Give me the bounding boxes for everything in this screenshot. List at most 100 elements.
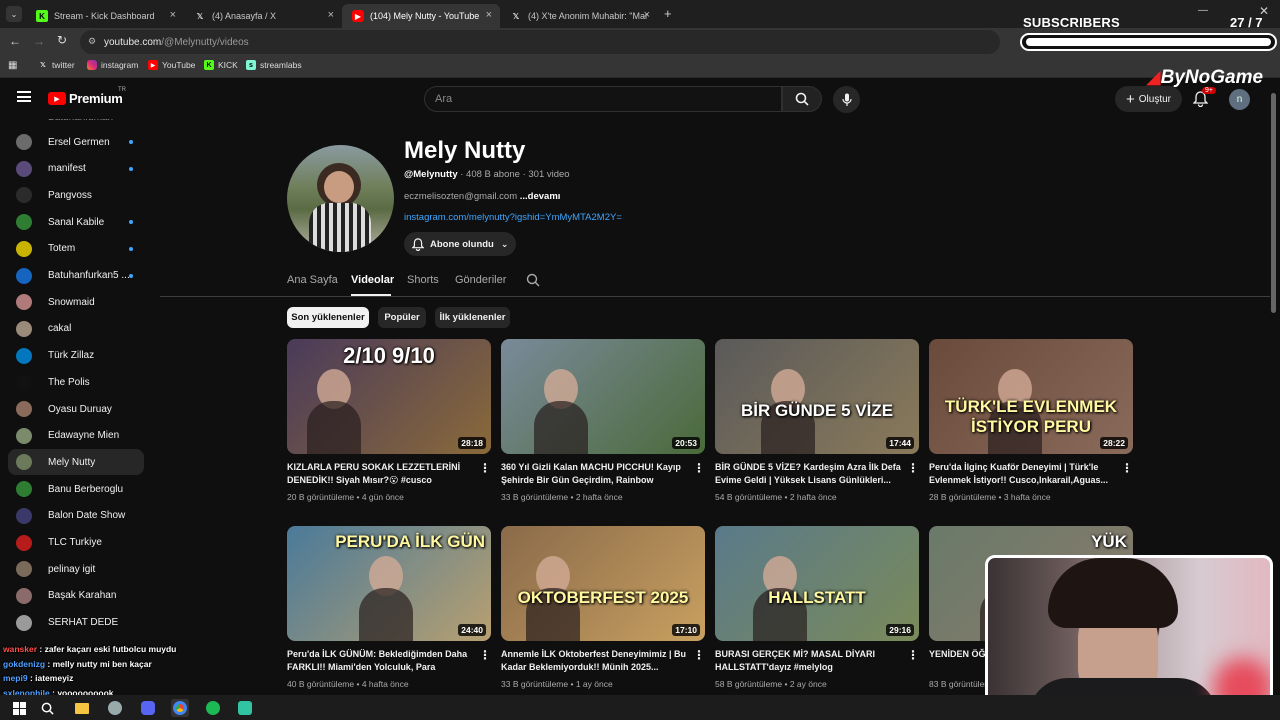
video-card[interactable]: 2/10 9/10 28:18 KIZLARLA PERU SOKAK LEZZET… — [287, 339, 491, 504]
chip-oldest[interactable]: İlk yüklenenler — [435, 307, 510, 328]
sidebar-item-subscription[interactable]: Ersel Germen — [8, 129, 144, 155]
sidebar-item-subscription[interactable]: Türk Zillaz — [8, 343, 144, 369]
sidebar-item-subscription[interactable]: SERHAT DEDE — [8, 610, 144, 636]
sidebar-item-subscription[interactable]: manifest — [8, 156, 144, 182]
sidebar-item-subscription[interactable]: Batuhanfurkan5 ... — [8, 263, 144, 289]
create-button[interactable]: + Oluştur — [1115, 86, 1182, 112]
tab-home[interactable]: Ana Sayfa — [287, 274, 338, 286]
bookmark-youtube[interactable]: ▶ YouTube — [148, 60, 195, 70]
sidebar-item-subscription[interactable]: Snowmaid — [8, 289, 144, 315]
browser-tab[interactable]: 𝕏 (4) Anasayfa / X × — [184, 4, 342, 28]
url-field[interactable]: ⚙ youtube.com/@Melynutty/videos — [80, 30, 1000, 54]
channel-description[interactable]: eczmelisozten@gmail.com ...devamı — [404, 191, 560, 202]
minimize-icon[interactable]: — — [1198, 5, 1208, 16]
video-title[interactable]: BURASI GERÇEK Mİ? MASAL DİYARI HALLSTATT… — [715, 648, 901, 674]
sidebar-item-subscription[interactable]: Banu Berberoglu — [8, 476, 144, 502]
reload-icon[interactable]: ↻ — [57, 33, 67, 47]
close-icon[interactable]: × — [328, 9, 334, 21]
video-card[interactable]: 20:53 360 Yıl Gizli Kalan MACHU PICCHU! K… — [501, 339, 705, 504]
browser-tab[interactable]: K Stream - Kick Dashboard × — [26, 4, 184, 28]
video-thumbnail[interactable]: 2/10 9/10 28:18 — [287, 339, 491, 454]
site-info-icon[interactable]: ⚙ — [88, 36, 96, 47]
hamburger-menu-icon[interactable] — [17, 91, 31, 102]
sidebar-item-subscription[interactable]: pelinay igit — [8, 556, 144, 582]
sidebar-item-subscription[interactable]: Edawayne Mien — [8, 423, 144, 449]
search-input[interactable]: Ara — [424, 86, 782, 112]
video-title[interactable]: Annemle İLK Oktoberfest Deneyimimiz | Bu… — [501, 648, 687, 674]
notifications-button[interactable]: 9+ — [1192, 87, 1216, 109]
account-avatar[interactable]: n — [1229, 89, 1250, 110]
sidebar-item-subscription[interactable]: Mely Nutty — [8, 449, 144, 476]
apps-grid-icon[interactable]: ▦ — [8, 60, 17, 71]
back-icon[interactable]: ← — [9, 34, 21, 48]
chip-latest[interactable]: Son yüklenenler — [287, 307, 369, 328]
sidebar-item-subscription[interactable]: Totem — [8, 236, 144, 262]
video-card[interactable]: PERU'DA İLK GÜN 24:40 Peru'da İLK GÜNÜM: B… — [287, 526, 491, 691]
video-card[interactable]: HALLSTATT 29:16 BURASI GERÇEK Mİ? MASAL Dİ… — [715, 526, 919, 691]
bookmark-streamlabs[interactable]: s streamlabs — [246, 60, 302, 70]
spotify-icon[interactable] — [204, 699, 222, 717]
browser-tab[interactable]: 𝕏 (4) X'te Anonim Muhabir: "Man × — [500, 4, 658, 28]
bookmark-kick[interactable]: K KICK — [204, 60, 238, 70]
video-more-icon[interactable]: ⋮ — [479, 461, 491, 475]
file-explorer-icon[interactable] — [73, 699, 91, 717]
windows-start-icon[interactable] — [10, 699, 28, 717]
tab-shorts[interactable]: Shorts — [407, 274, 439, 286]
channel-avatar[interactable] — [287, 145, 394, 252]
video-more-icon[interactable]: ⋮ — [907, 648, 919, 662]
channel-search-icon[interactable] — [526, 273, 540, 292]
tab-search-icon[interactable]: ⌄ — [6, 6, 22, 22]
video-title[interactable]: KIZLARLA PERU SOKAK LEZZETLERİNİ DENEDİK… — [287, 461, 473, 487]
sidebar-item-subscription[interactable]: TLC Turkiye — [8, 530, 144, 556]
sidebar-item-subscription[interactable]: cakal — [8, 316, 144, 342]
bookmark-instagram[interactable]: instagram — [87, 60, 138, 70]
chip-popular[interactable]: Popüler — [378, 307, 426, 328]
chrome-icon[interactable] — [171, 699, 189, 717]
forward-icon[interactable]: → — [33, 34, 45, 48]
subscribed-button[interactable]: Abone olundu ⌄ — [404, 232, 516, 256]
tab-videos[interactable]: Videolar — [351, 274, 394, 286]
video-more-icon[interactable]: ⋮ — [1121, 461, 1133, 475]
tab-posts[interactable]: Gönderiler — [455, 274, 506, 286]
search-button[interactable] — [782, 86, 822, 112]
streamlabs-icon[interactable] — [236, 699, 254, 717]
video-thumbnail[interactable]: BİR GÜNDE 5 VİZE 17:44 — [715, 339, 919, 454]
video-thumbnail[interactable]: OKTOBERFEST 2025 17:10 — [501, 526, 705, 641]
new-tab-button[interactable]: + — [664, 6, 672, 21]
video-card[interactable]: BİR GÜNDE 5 VİZE 17:44 BİR GÜNDE 5 VİZE? K… — [715, 339, 919, 504]
more-link[interactable]: ...devamı — [520, 191, 561, 202]
sidebar-item-subscription[interactable]: Balon Date Show — [8, 503, 144, 529]
video-thumbnail[interactable]: 20:53 — [501, 339, 705, 454]
video-card[interactable]: TÜRK'LE EVLENMEK İSTİYOR PERU 28:22 Peru'd… — [929, 339, 1133, 504]
video-title[interactable]: BİR GÜNDE 5 VİZE? Kardeşim Azra İlk Defa… — [715, 461, 901, 487]
video-more-icon[interactable]: ⋮ — [907, 461, 919, 475]
channel-external-link[interactable]: instagram.com/melynutty?igshid=YmMyMTA2M… — [404, 212, 622, 223]
app-icon[interactable] — [106, 699, 124, 717]
page-scrollbar[interactable] — [1271, 93, 1276, 313]
youtube-logo[interactable]: ▶ Premium TR — [48, 87, 126, 106]
sidebar-item-subscription[interactable]: Mert Öztürk — [8, 636, 144, 639]
video-title[interactable]: Peru'da İLK GÜNÜM: Beklediğimden Daha FA… — [287, 648, 473, 674]
video-title[interactable]: 360 Yıl Gizli Kalan MACHU PICCHU! Kayıp … — [501, 461, 687, 487]
close-icon[interactable]: × — [486, 9, 492, 21]
sidebar-item-subscription[interactable]: Oyasu Duruay — [8, 396, 144, 422]
video-thumbnail[interactable]: PERU'DA İLK GÜN 24:40 — [287, 526, 491, 641]
browser-tab-active[interactable]: ▶ (104) Mely Nutty - YouTube × — [342, 4, 500, 28]
close-icon[interactable]: × — [644, 9, 650, 21]
discord-icon[interactable] — [139, 699, 157, 717]
voice-search-button[interactable] — [833, 86, 860, 113]
sidebar-item-subscription[interactable]: The Polis — [8, 369, 144, 395]
video-card[interactable]: OKTOBERFEST 2025 17:10 Annemle İLK Oktober… — [501, 526, 705, 691]
video-thumbnail[interactable]: TÜRK'LE EVLENMEK İSTİYOR PERU 28:22 — [929, 339, 1133, 454]
sidebar-item-subscription[interactable]: Sanal Kabile — [8, 209, 144, 235]
video-more-icon[interactable]: ⋮ — [479, 648, 491, 662]
video-title[interactable]: Peru'da İlginç Kuaför Deneyimi | Türk'le… — [929, 461, 1115, 487]
sidebar-item-subscription[interactable]: Pangvoss — [8, 182, 144, 208]
taskbar-search-icon[interactable] — [38, 699, 56, 717]
sidebar-item-subscription[interactable]: Başak Karahan — [8, 583, 144, 609]
close-icon[interactable]: × — [170, 9, 176, 21]
video-more-icon[interactable]: ⋮ — [693, 461, 705, 475]
bookmark-twitter[interactable]: 𝕏twitter — [38, 60, 75, 70]
video-more-icon[interactable]: ⋮ — [693, 648, 705, 662]
video-thumbnail[interactable]: HALLSTATT 29:16 — [715, 526, 919, 641]
